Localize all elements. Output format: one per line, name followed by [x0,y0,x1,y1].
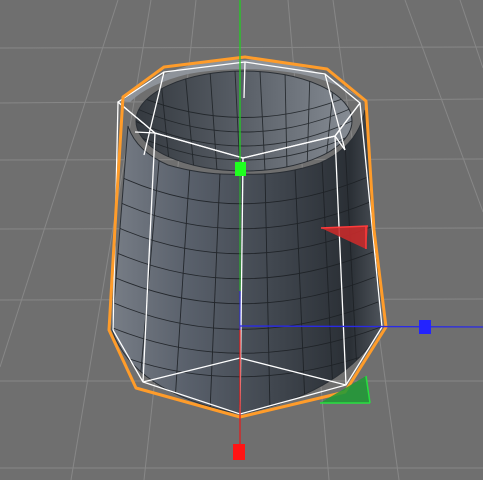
z-axis-handle[interactable] [419,320,431,334]
x-axis-handle[interactable] [233,444,245,460]
y-axis-handle[interactable] [235,162,246,176]
viewport-canvas[interactable] [0,0,483,480]
3d-viewport[interactable] [0,0,483,480]
